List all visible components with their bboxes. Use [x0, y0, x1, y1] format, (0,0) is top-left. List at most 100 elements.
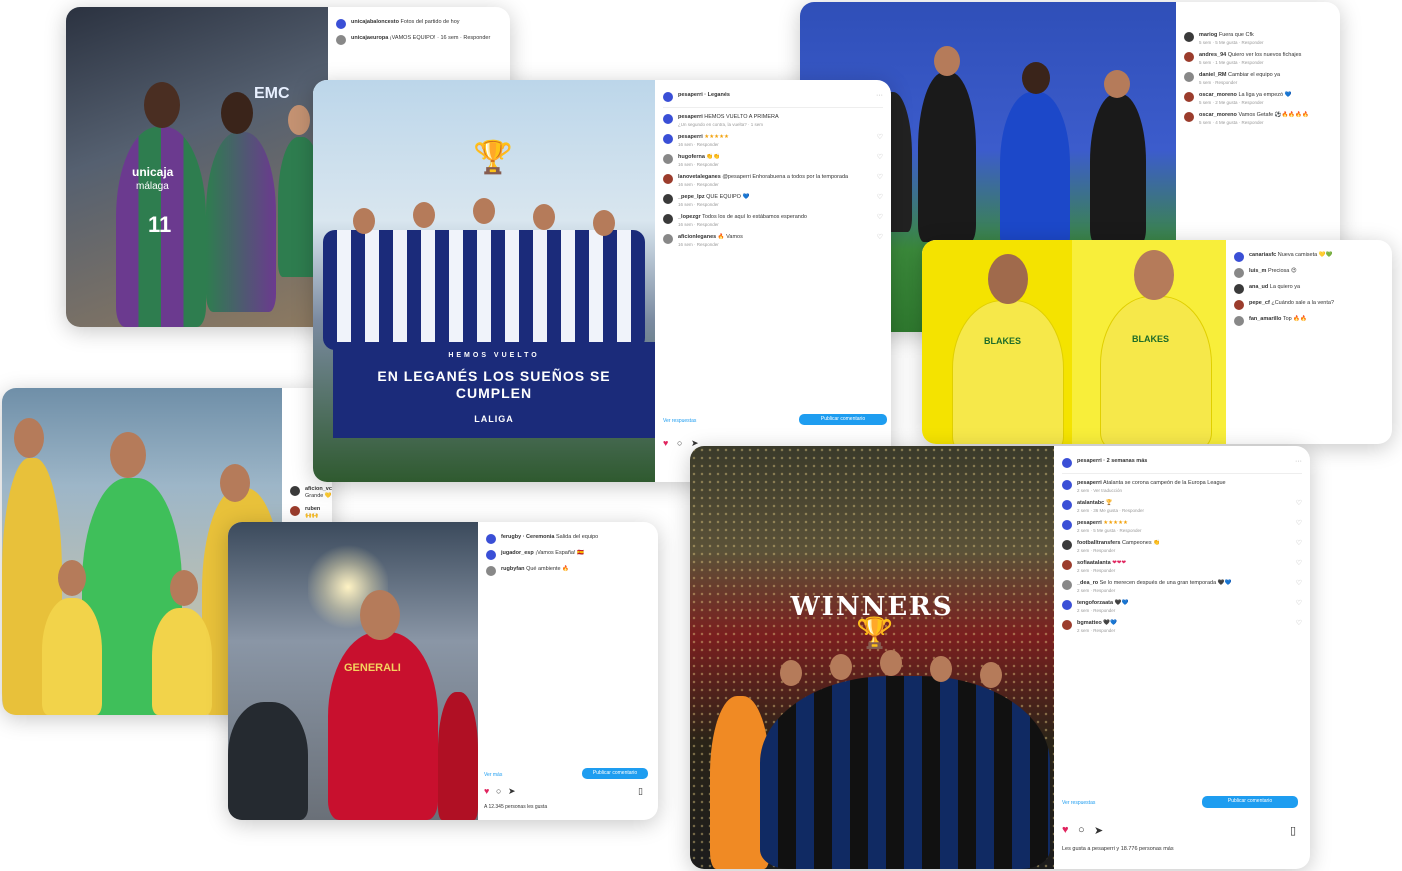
heart-icon[interactable]: ♡	[877, 234, 883, 241]
comment-row: _dea_ro Se lo merecen después de una gra…	[1062, 580, 1302, 594]
heart-icon[interactable]: ♡	[1296, 560, 1302, 567]
post-comment-button[interactable]: Publicar comentario	[582, 768, 648, 779]
avatar[interactable]	[290, 486, 300, 496]
heart-icon[interactable]: ♡	[1296, 520, 1302, 527]
rugby-player	[328, 632, 438, 820]
arena-sign: EMC	[254, 85, 290, 102]
avatar[interactable]	[1062, 580, 1072, 590]
avatar[interactable]	[663, 174, 673, 184]
more-icon[interactable]: ···	[876, 92, 883, 99]
comment-row: ruben 🙌🙌	[290, 506, 324, 520]
avatar[interactable]	[663, 194, 673, 204]
heart-icon[interactable]: ♡	[877, 214, 883, 221]
comment-row: mariog Fuera que Cfk 5 sem · 5 Me gusta ·…	[1184, 32, 1332, 46]
comment-row: ana_ud La quiero ya	[1234, 284, 1384, 294]
view-replies-link[interactable]: Ver respuestas	[1062, 800, 1095, 806]
avatar[interactable]	[336, 35, 346, 45]
avatar[interactable]	[663, 92, 673, 102]
share-icon[interactable]: ➤	[1094, 824, 1103, 837]
comments-panel-winners: pesaperri · 2 semanas más ··· pesaperri A…	[1054, 446, 1310, 869]
comment-row: fan_amarillo Top 🔥🔥	[1234, 316, 1384, 326]
avatar[interactable]	[1062, 458, 1072, 468]
trophy-icon: 🏆	[473, 139, 513, 175]
heart-icon[interactable]: ♡	[877, 194, 883, 201]
comment-row: jugador_esp ¡Vamos España! 🇪🇸	[486, 550, 650, 560]
heart-icon[interactable]: ♥	[1062, 824, 1069, 836]
avatar[interactable]	[663, 214, 673, 224]
view-replies-link[interactable]: Ver respuestas	[663, 418, 696, 424]
avatar[interactable]	[1234, 316, 1244, 326]
comment-row: lanovetaleganes @pesaperri Enhorabuena a…	[663, 174, 883, 188]
post-comment-button[interactable]: Publicar comentario	[1202, 796, 1298, 808]
avatar[interactable]	[663, 114, 673, 124]
comment-icon[interactable]: ○	[496, 786, 501, 796]
comment-row: ferugby · Ceremonia Salida del equipo	[486, 534, 650, 544]
comment-row: unicajabaloncesto Fotos del partido de h…	[336, 19, 502, 29]
comment-row: unicajaeuropa ¡VAMOS EQUIPO! · 16 sem · …	[336, 35, 502, 45]
avatar[interactable]	[1062, 600, 1072, 610]
comments-panel-rugby: ferugby · Ceremonia Salida del equipo ju…	[478, 522, 658, 820]
post-card-kit[interactable]: BLAKES BLAKES canariasfc Nueva camiseta …	[922, 240, 1392, 444]
jersey-sub: málaga	[136, 181, 169, 192]
comment-row: rugbyfan Qué ambiente 🔥	[486, 566, 650, 576]
avatar[interactable]	[1062, 560, 1072, 570]
heart-icon[interactable]: ♡	[1296, 580, 1302, 587]
avatar[interactable]	[1234, 252, 1244, 262]
avatar[interactable]	[486, 534, 496, 544]
post-comment-button[interactable]: Publicar comentario	[799, 414, 887, 425]
comments-panel-leganes: pesaperri · Leganés ··· pesaperri HEMOS V…	[655, 80, 891, 482]
more-icon[interactable]: ···	[1295, 458, 1302, 465]
avatar[interactable]	[486, 566, 496, 576]
heart-icon[interactable]: ♥	[663, 438, 668, 448]
avatar[interactable]	[290, 506, 300, 516]
comment-row: pesaperri ★★★★★ 2 sem · 5 Me gusta · Resp…	[1062, 520, 1302, 534]
avatar[interactable]	[486, 550, 496, 560]
heart-icon[interactable]: ♡	[1296, 600, 1302, 607]
avatar[interactable]	[1062, 540, 1072, 550]
avatar[interactable]	[1062, 620, 1072, 630]
heart-icon[interactable]: ♡	[877, 154, 883, 161]
heart-icon[interactable]: ♡	[877, 134, 883, 141]
heart-icon[interactable]: ♡	[1296, 540, 1302, 547]
avatar[interactable]	[1234, 284, 1244, 294]
post-card-rugby[interactable]: GENERALI ferugby · Ceremonia Salida del …	[228, 522, 658, 820]
heart-icon[interactable]: ♥	[484, 786, 489, 796]
bookmark-icon[interactable]: ▯	[638, 786, 643, 797]
avatar[interactable]	[663, 234, 673, 244]
comment-row: pesaperri HEMOS VUELTO A PRIMERA ¿Un segu…	[663, 114, 883, 128]
comment-row: bgmatteo 🖤💙 2 sem · Responder ♡	[1062, 620, 1302, 634]
post-card-winners[interactable]: WINNERS 🏆 pesaperri · 2 semanas más ··· p…	[690, 446, 1310, 869]
avatar[interactable]	[663, 154, 673, 164]
comment-icon[interactable]: ○	[677, 438, 682, 448]
getafe-player	[1000, 92, 1070, 252]
avatar[interactable]	[1184, 52, 1194, 62]
avatar[interactable]	[1062, 500, 1072, 510]
heart-icon[interactable]: ♡	[1296, 500, 1302, 507]
view-more-link[interactable]: Ver más	[484, 772, 502, 778]
bookmark-icon[interactable]: ▯	[1290, 824, 1296, 837]
post-card-leganes[interactable]: 🏆 HEMOS VUELTO EN LEGANÉS LOS SUEÑOS SE …	[313, 80, 891, 482]
avatar[interactable]	[1234, 268, 1244, 278]
heart-icon[interactable]: ♡	[1296, 620, 1302, 627]
avatar[interactable]	[1184, 32, 1194, 42]
shirt-sponsor: GENERALI	[344, 662, 401, 674]
avatar[interactable]	[1062, 480, 1072, 490]
avatar[interactable]	[1184, 72, 1194, 82]
post-header: pesaperri · 2 semanas más ···	[1062, 458, 1302, 474]
banner: HEMOS VUELTO EN LEGANÉS LOS SUEÑOS SE CU…	[333, 342, 655, 438]
comment-row: pepe_cf ¿Cuándo sale a la venta?	[1234, 300, 1384, 310]
avatar[interactable]	[663, 134, 673, 144]
avatar[interactable]	[1184, 112, 1194, 122]
avatar[interactable]	[1184, 92, 1194, 102]
comment-row: daniel_RM Cambiar el equipo ya 5 sem · Re…	[1184, 72, 1332, 86]
heart-icon[interactable]: ♡	[877, 174, 883, 181]
avatar[interactable]	[336, 19, 346, 29]
comments-panel-kit: canariasfc Nueva camiseta 💛💚 luis_m Prec…	[1226, 240, 1392, 444]
comment-icon[interactable]: ○	[1078, 824, 1085, 836]
avatar[interactable]	[1234, 300, 1244, 310]
avatar[interactable]	[1062, 520, 1072, 530]
share-icon[interactable]: ➤	[508, 786, 516, 797]
post-photo-leganes: 🏆 HEMOS VUELTO EN LEGANÉS LOS SUEÑOS SE …	[313, 80, 655, 482]
comment-row: andres_94 Quiero ver los nuevos fichajes…	[1184, 52, 1332, 66]
comment-row: luis_m Preciosa 😍	[1234, 268, 1384, 278]
